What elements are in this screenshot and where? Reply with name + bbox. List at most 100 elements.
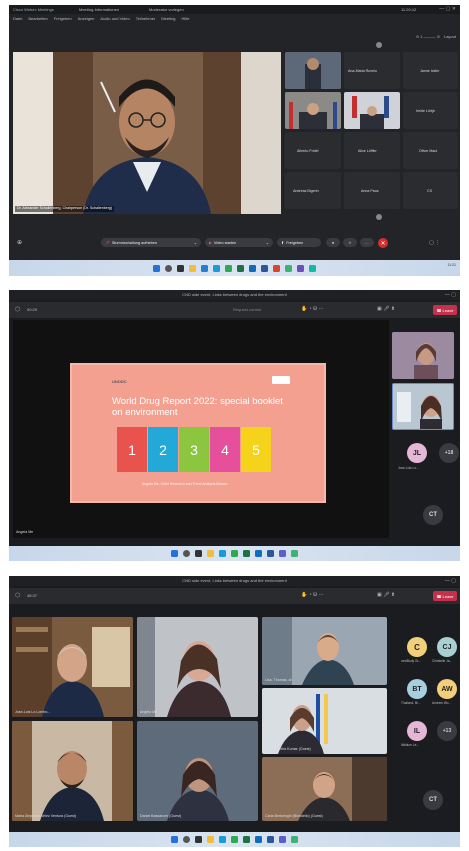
meeting-info-tab[interactable]: Meeting-Informationen	[79, 7, 119, 12]
participant-video	[262, 617, 387, 685]
avatar-initials: C	[414, 642, 420, 652]
wdr-logo	[272, 376, 290, 384]
window-controls[interactable]: — ▢ ✕	[439, 6, 456, 12]
participant-avatar[interactable]: CT	[423, 790, 443, 810]
participants-panel-icon[interactable]: ▢ ⋮	[429, 241, 440, 246]
presenter-tab[interactable]: Moderator vorlegen	[149, 7, 184, 12]
chrome-icon[interactable]	[231, 836, 238, 843]
edge-icon[interactable]	[219, 836, 226, 843]
excel-icon[interactable]	[243, 836, 250, 843]
outlook-icon[interactable]	[255, 550, 262, 557]
tile-name: Jose-Luis Lo Lombo...	[15, 710, 51, 714]
more-participants-button[interactable]: +18	[439, 443, 459, 463]
unodc-logo: UNODC	[112, 379, 127, 384]
layout-button[interactable]: ⊙ 1 ——— ⊙ Layout	[416, 35, 456, 39]
record-button[interactable]: ●	[326, 238, 340, 247]
system-tray-clock: 11:21	[447, 263, 457, 267]
share-label: Freigeben	[286, 240, 304, 245]
search-icon[interactable]	[183, 836, 190, 843]
word-icon[interactable]	[267, 836, 274, 843]
file-explorer-icon[interactable]	[207, 836, 214, 843]
file-explorer-icon[interactable]	[189, 264, 196, 272]
menu-participants[interactable]: Teilnehmer	[136, 17, 156, 21]
participant-avatar[interactable]: BT	[407, 679, 427, 699]
unmute-button[interactable]: 🎤︎ Stummschaltung aufheben ⌄	[101, 238, 201, 247]
edge-icon[interactable]	[213, 264, 220, 272]
file-explorer-icon[interactable]	[207, 550, 214, 557]
chrome-icon[interactable]	[231, 550, 238, 557]
participant-video	[262, 688, 387, 754]
app-icon[interactable]	[285, 264, 292, 272]
menu-file[interactable]: Datei	[13, 17, 22, 21]
menu-help[interactable]: Hilfe	[182, 17, 190, 21]
speaker-name-label: Dr. Alexander Schallenberg, Chairperson …	[15, 206, 115, 212]
more-participants-button[interactable]: +13	[437, 721, 457, 741]
tile-name: Lisa, Thomas, dr...	[265, 678, 295, 682]
start-icon[interactable]	[153, 264, 160, 272]
store-icon[interactable]	[201, 264, 208, 272]
teams-icon[interactable]	[279, 836, 286, 843]
menu-share[interactable]: Freigeben	[54, 17, 72, 21]
participant-name: Alice Löffler	[358, 149, 377, 153]
layout-label: Layout	[443, 34, 456, 39]
app-icon[interactable]	[291, 836, 298, 843]
menu-meeting[interactable]: Meeting	[161, 17, 175, 21]
task-view-icon[interactable]	[195, 836, 202, 843]
leave-button[interactable]: ✕	[378, 238, 388, 248]
camera-mic-share-icons[interactable]: ▣ 🎤︎ ⬆	[377, 593, 395, 598]
word-icon[interactable]	[267, 550, 274, 557]
menu-edit[interactable]: Bearbeiten	[28, 17, 47, 21]
share-button[interactable]: ⬆ Freigeben	[277, 238, 321, 247]
booklet-number: 1	[128, 441, 136, 458]
participant-avatar[interactable]: CJ	[437, 637, 457, 657]
participant-video	[262, 757, 387, 821]
excel-icon[interactable]	[243, 550, 250, 557]
outlook-icon[interactable]	[249, 264, 256, 272]
task-view-icon[interactable]	[177, 264, 184, 272]
app-icon[interactable]	[273, 264, 280, 272]
participant-name: Janne Ickler	[420, 69, 440, 73]
main-speaker-video: Dr. Alexander Schallenberg, Chairperson …	[13, 52, 281, 214]
leave-button[interactable]: ☎ Leave	[433, 305, 457, 315]
word-icon[interactable]	[261, 264, 268, 272]
search-icon[interactable]	[183, 550, 190, 557]
participant-avatar[interactable]: AW	[437, 679, 457, 699]
start-icon[interactable]	[171, 836, 178, 843]
grid-next-icon[interactable]	[376, 214, 382, 220]
edge-icon[interactable]	[219, 550, 226, 557]
app-icon[interactable]	[297, 264, 304, 272]
outlook-icon[interactable]	[255, 836, 262, 843]
participant-avatar[interactable]: JL	[407, 443, 427, 463]
menu-audio-video[interactable]: Audio und Video	[100, 17, 129, 21]
camera-mic-share-icons[interactable]: ▣ 🎤︎ ⬆	[377, 307, 395, 312]
request-control-button[interactable]: Request control	[233, 308, 261, 312]
start-icon[interactable]	[171, 550, 178, 557]
teams-icon[interactable]	[279, 550, 286, 557]
layout-icon[interactable]: ⊕	[17, 240, 22, 246]
participant-avatar[interactable]: IL	[407, 721, 427, 741]
reactions-icon[interactable]: ✋ ◔ ⛁ ⋯	[301, 593, 324, 598]
leave-button[interactable]: ☎ Leave	[433, 591, 457, 601]
search-icon[interactable]	[165, 264, 172, 272]
chrome-icon[interactable]	[225, 264, 232, 272]
reactions-button[interactable]: ☺	[343, 238, 357, 247]
more-button[interactable]: …	[360, 238, 374, 247]
start-video-button[interactable]: ▶ Video starten ⌄	[205, 238, 273, 247]
avatar-name: Thailand, Bi...	[401, 701, 421, 705]
webex-icon[interactable]	[309, 264, 316, 272]
participant-avatar[interactable]: C	[407, 637, 427, 657]
shield-icon: ⬡	[15, 593, 21, 599]
tile-name: Maria Alejandra Velez Ventura (Guest)	[15, 814, 77, 818]
menu-view[interactable]: Anzeigen	[78, 17, 95, 21]
window-controls[interactable]: — ▢	[445, 292, 456, 298]
participant-avatar[interactable]: CT	[423, 505, 443, 525]
window-controls[interactable]: — ▢	[445, 578, 456, 584]
task-view-icon[interactable]	[195, 550, 202, 557]
tile-name: Dr. Chirantha Kumar (Guest)	[265, 747, 311, 751]
reactions-icon[interactable]: ✋ ◔ ⛁ ⋯	[301, 307, 324, 312]
excel-icon[interactable]	[237, 264, 244, 272]
avatar-initials: CJ	[442, 643, 452, 651]
app-icon[interactable]	[291, 550, 298, 557]
avatar-initials: JL	[412, 449, 422, 457]
avatar-initials: CT	[429, 797, 437, 803]
